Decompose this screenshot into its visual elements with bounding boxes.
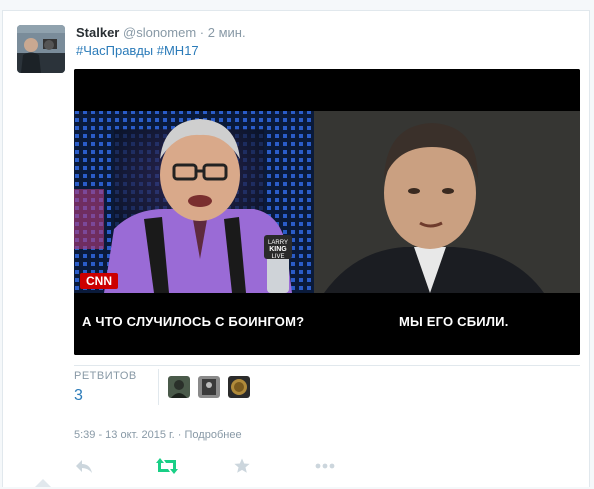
tweet-time[interactable]: 2 мин. <box>208 25 246 40</box>
tweet-card: Stalker @slonomem · 2 мин. #ЧасПравды #M… <box>2 10 590 487</box>
details-link[interactable]: Подробнее <box>185 429 242 441</box>
caption-left: А ЧТО СЛУЧИЛОСЬ С БОИНГОМ? <box>82 314 305 329</box>
tweet-timestamp-row: 5:39 - 13 окт. 2015 г. · Подробнее <box>74 429 242 441</box>
tweet-media-image[interactable]: LARRY KING LIVE CNN А ЧТО СЛУЧИЛОСЬ С БО… <box>74 69 580 355</box>
header-separator: · <box>199 25 205 40</box>
retweet-icon <box>156 458 178 474</box>
retweeter-avatar[interactable] <box>198 376 220 398</box>
reply-box-pointer <box>35 479 51 487</box>
stats-separator <box>158 369 159 405</box>
user-handle[interactable]: @slonomem <box>123 25 196 40</box>
hashtag-link[interactable]: #ЧасПравды <box>76 43 153 58</box>
retweeter-avatar[interactable] <box>168 376 190 398</box>
avatar[interactable] <box>17 25 65 73</box>
retweeter-avatar[interactable] <box>228 376 250 398</box>
stats-divider <box>74 365 580 366</box>
reply-button[interactable] <box>75 457 93 475</box>
more-button[interactable] <box>315 457 335 475</box>
user-name[interactable]: Stalker <box>76 25 119 40</box>
retweet-button[interactable] <box>156 457 178 475</box>
tweet-header: Stalker @slonomem · 2 мин. <box>76 24 246 41</box>
retweets-count[interactable]: 3 <box>74 387 83 405</box>
favorite-button[interactable] <box>234 457 250 475</box>
footer-separator: · <box>177 429 182 441</box>
tweet-timestamp: 5:39 - 13 окт. 2015 г. <box>74 429 175 441</box>
cnn-logo: CNN <box>86 274 112 288</box>
reply-icon <box>76 460 92 473</box>
tweet-text: #ЧасПравды #MH17 <box>76 42 199 59</box>
mic-label: LIVE <box>271 254 284 260</box>
caption-right: МЫ ЕГО СБИЛИ. <box>399 314 509 329</box>
hashtag-link[interactable]: #MH17 <box>157 43 199 58</box>
more-icon <box>315 463 335 469</box>
retweets-label: РЕТВИТОВ <box>74 370 137 382</box>
star-icon <box>234 458 250 473</box>
mic-label: KING <box>269 246 287 253</box>
